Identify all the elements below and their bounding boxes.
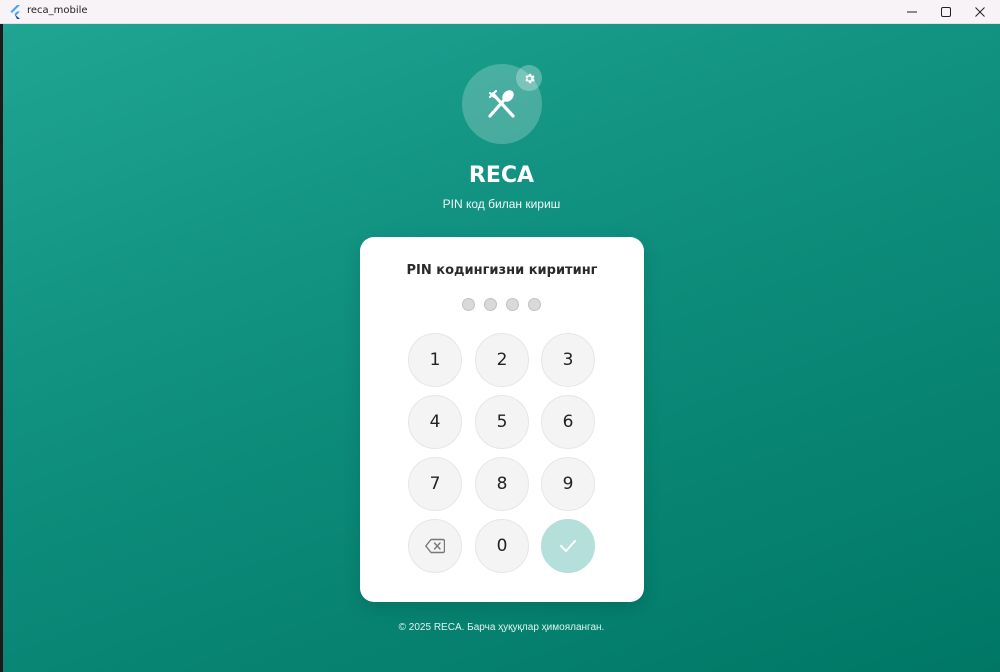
pin-card: PIN кодингизни киритинг 1 2 3 4 5 6 7 8 … [360,237,644,602]
key-7[interactable]: 7 [408,457,462,511]
copyright-footer: © 2025 RECA. Барча ҳуқуқлар ҳимояланган. [398,622,605,633]
maximize-icon [941,6,951,17]
key-1[interactable]: 1 [408,333,462,387]
pin-dot [462,298,475,311]
key-8[interactable]: 8 [475,457,529,511]
submit-button[interactable] [541,519,595,573]
key-0[interactable]: 0 [475,519,529,573]
window-titlebar: reca_mobile [0,0,1000,24]
maximize-button[interactable] [928,0,964,23]
key-9[interactable]: 9 [541,457,595,511]
settings-button[interactable] [516,65,542,91]
flutter-icon [10,5,20,19]
key-5[interactable]: 5 [475,395,529,449]
backspace-icon [425,538,445,554]
pin-dot [506,298,519,311]
key-2[interactable]: 2 [475,333,529,387]
pin-dot [484,298,497,311]
pin-indicator [462,298,544,312]
gear-icon [524,73,535,83]
login-subtitle: PIN код билан кириш [442,197,561,211]
window-title: reca_mobile [27,5,88,16]
login-screen: RECA PIN код билан кириш PIN кодингизни … [3,24,1000,672]
checkmark-icon [560,540,576,552]
app-name: RECA [468,163,535,188]
minimize-button[interactable] [894,0,930,23]
key-6[interactable]: 6 [541,395,595,449]
key-3[interactable]: 3 [541,333,595,387]
fork-spoon-icon [488,89,515,118]
pin-dot [528,298,541,311]
key-4[interactable]: 4 [408,395,462,449]
backspace-button[interactable] [408,519,462,573]
minimize-icon [907,11,917,12]
pin-card-title: PIN кодингизни киритинг [406,263,598,278]
close-button[interactable] [962,0,998,23]
close-icon [975,6,985,17]
